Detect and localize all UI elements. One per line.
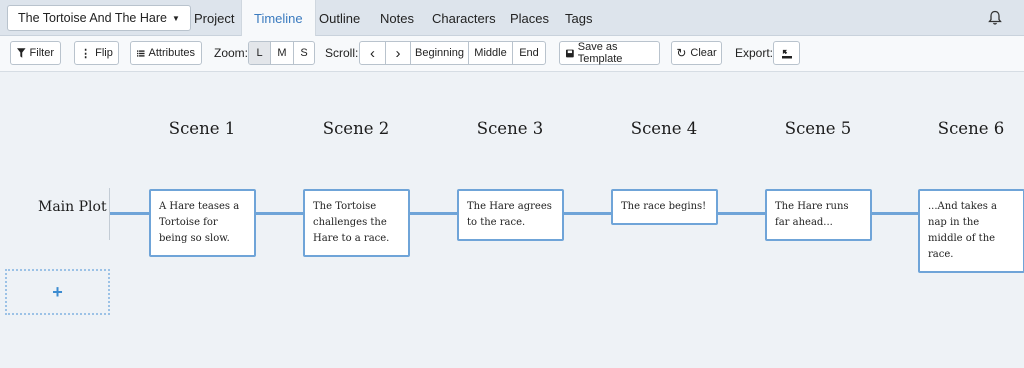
scene-header[interactable]: Scene 5: [763, 119, 873, 138]
tab-places[interactable]: Places: [510, 0, 549, 36]
clear-button[interactable]: ↻ Clear: [671, 41, 722, 65]
plot-line-label[interactable]: Main Plot: [38, 199, 107, 215]
tab-tags[interactable]: Tags: [565, 0, 592, 36]
scroll-left-button[interactable]: ‹: [360, 42, 386, 64]
zoom-label: Zoom:: [214, 46, 249, 60]
scroll-group: ‹ › Beginning Middle End: [359, 41, 546, 65]
attributes-button[interactable]: Attributes: [130, 41, 202, 65]
export-icon: [781, 49, 792, 58]
chevron-left-icon: ‹: [370, 44, 375, 62]
save-as-template-button[interactable]: Save as Template: [559, 41, 660, 65]
save-icon: [566, 49, 574, 57]
scene-header[interactable]: Scene 4: [609, 119, 719, 138]
clear-label: Clear: [690, 47, 717, 59]
save-as-template-label: Save as Template: [577, 41, 623, 65]
scroll-middle-button[interactable]: Middle: [469, 42, 513, 64]
refresh-icon: ↻: [676, 46, 687, 60]
add-plot-line-button[interactable]: +: [5, 269, 110, 315]
scene-card[interactable]: ...And takes a nap in the middle of the …: [918, 189, 1024, 273]
story-selector[interactable]: The Tortoise And The Hare ▼: [7, 5, 191, 31]
tab-characters[interactable]: Characters: [432, 0, 496, 36]
export-button[interactable]: [773, 41, 800, 65]
flip-icon: ⋮: [80, 47, 92, 60]
tab-project[interactable]: Project: [194, 0, 234, 36]
tab-timeline[interactable]: Timeline: [241, 0, 316, 37]
zoom-large-button[interactable]: L: [249, 42, 271, 64]
scene-header[interactable]: Scene 2: [301, 119, 411, 138]
top-nav: The Tortoise And The Hare ▼ Project Time…: [0, 0, 1024, 37]
scroll-end-button[interactable]: End: [513, 42, 545, 64]
filter-icon: [17, 48, 26, 58]
flip-label: Flip: [95, 47, 113, 59]
scroll-label: Scroll:: [325, 46, 359, 60]
scene-card[interactable]: The Hare runs far ahead...: [765, 189, 872, 241]
flip-button[interactable]: ⋮ Flip: [74, 41, 119, 65]
scene-card[interactable]: The Tortoise challenges the Hare to a ra…: [303, 189, 410, 257]
attributes-label: Attributes: [148, 47, 195, 59]
filter-button[interactable]: Filter: [10, 41, 61, 65]
scene-card[interactable]: The Hare agrees to the race.: [457, 189, 564, 241]
scene-card[interactable]: The race begins!: [611, 189, 718, 225]
export-label: Export:: [735, 46, 774, 60]
scene-header[interactable]: Scene 6: [916, 119, 1024, 138]
scene-header[interactable]: Scene 3: [455, 119, 565, 138]
chevron-down-icon: ▼: [171, 13, 180, 23]
chevron-right-icon: ›: [395, 44, 401, 62]
story-title: The Tortoise And The Hare: [18, 11, 167, 25]
filter-label: Filter: [29, 47, 54, 59]
list-icon: [137, 49, 145, 57]
tab-notes[interactable]: Notes: [380, 0, 414, 36]
zoom-medium-button[interactable]: M: [271, 42, 294, 64]
plus-icon: +: [52, 281, 63, 302]
scroll-beginning-button[interactable]: Beginning: [411, 42, 469, 64]
scroll-right-button[interactable]: ›: [386, 42, 411, 64]
tab-outline[interactable]: Outline: [319, 0, 360, 36]
scene-card[interactable]: A Hare teases a Tortoise for being so sl…: [149, 189, 256, 257]
zoom-small-button[interactable]: S: [294, 42, 314, 64]
bell-icon[interactable]: [988, 10, 1002, 26]
toolbar: Filter ⋮ Flip Attributes Zoom: L M S Scr…: [0, 36, 1024, 72]
zoom-group: L M S: [248, 41, 315, 65]
scene-header[interactable]: Scene 1: [147, 119, 257, 138]
